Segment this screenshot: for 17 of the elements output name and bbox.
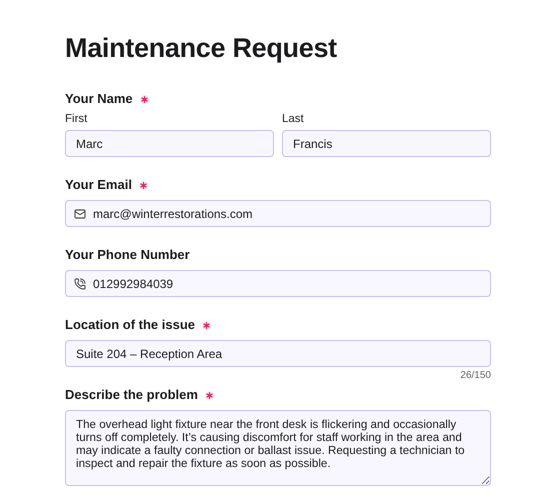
input-field[interactable]: Francis [282,130,491,157]
envelope-icon [74,208,86,220]
field-label: Location of the issue [65,317,196,333]
phone-icon [74,278,86,290]
sub-label: First [65,112,88,126]
input-field[interactable]: Marc [65,130,274,157]
field-label: Describe the problem [65,387,198,403]
text-area[interactable]: The overhead light fixture near the front desk is flickering and occasionally turns off completely. It’s causing discomfort for staff working in the area and may indicate a faulty connection or ballast issue. Requesting a technician to inspect and repair the fixture as soon as possible. [65,410,491,486]
input-field[interactable]: marc@winterrestorations.com [65,200,491,227]
field-label: Your Name [65,91,133,107]
form-title: Maintenance Request [65,32,338,65]
character-counter: 26/150 [460,370,491,381]
input-field[interactable]: Suite 204 – Reception Area [65,340,491,367]
field-label: Your Phone Number [65,247,190,263]
sub-label: Last [282,112,305,126]
field-label: Your Email [65,177,132,193]
input-field[interactable]: 012992984039 [65,270,491,297]
